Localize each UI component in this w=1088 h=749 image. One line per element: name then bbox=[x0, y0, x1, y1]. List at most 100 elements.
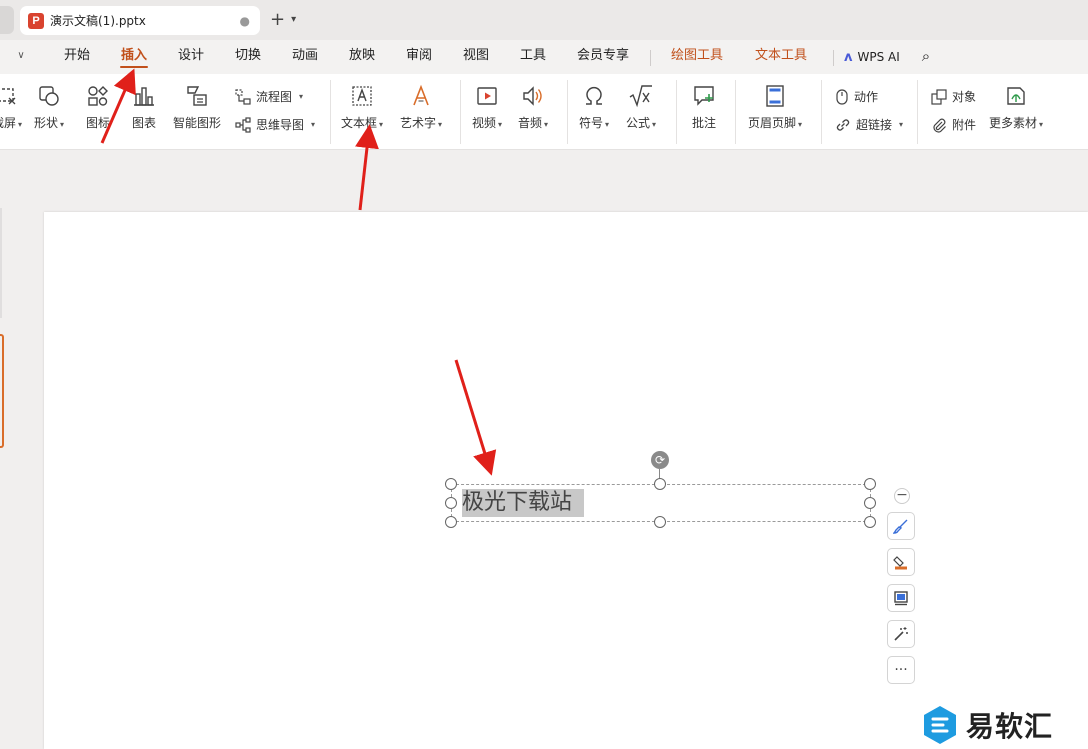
fill-bucket-icon bbox=[893, 556, 907, 570]
flowchart-button[interactable]: 流程图 ▾ bbox=[235, 88, 303, 105]
brush-icon bbox=[893, 519, 908, 534]
comment-button[interactable]: 批注 bbox=[692, 84, 716, 131]
smartart-button[interactable]: 智能图形 bbox=[173, 84, 221, 131]
resize-handle-bottom-right[interactable] bbox=[864, 516, 876, 528]
hyperlink-label: 超链接 bbox=[856, 118, 893, 132]
menu-home[interactable]: 开始 bbox=[56, 40, 98, 74]
menu-drawing-tools[interactable]: 绘图工具 bbox=[664, 40, 730, 74]
magic-wand-icon bbox=[894, 627, 908, 641]
menu-divider bbox=[650, 50, 651, 66]
menu-review[interactable]: 审阅 bbox=[400, 40, 438, 74]
ppt-file-icon: P bbox=[28, 12, 44, 29]
menu-view[interactable]: 视图 bbox=[457, 40, 495, 74]
object-label: 对象 bbox=[952, 90, 977, 104]
action-label: 动作 bbox=[854, 90, 879, 104]
resize-handle-bottom[interactable] bbox=[654, 516, 666, 528]
textbox-text[interactable]: 极光下载站 bbox=[462, 489, 585, 517]
formula-button[interactable]: 公式 ▾ bbox=[626, 84, 656, 131]
search-icon[interactable]: ⌕ bbox=[916, 40, 936, 74]
mouse-icon bbox=[836, 88, 848, 105]
selected-slide-thumbnail-edge[interactable] bbox=[0, 334, 4, 448]
audio-button[interactable]: 音频 ▾ bbox=[518, 84, 548, 131]
shape-label: 形状 ▾ bbox=[34, 116, 65, 130]
menu-bar: ∨ 开始 插入 设计 切换 动画 放映 审阅 视图 工具 会员专享 绘图工具 文… bbox=[0, 40, 1088, 74]
wordart-label: 艺术字 ▾ bbox=[400, 116, 443, 130]
effects-button[interactable] bbox=[887, 620, 915, 648]
slide-canvas[interactable] bbox=[44, 212, 1088, 749]
speaker-icon bbox=[523, 86, 542, 106]
screenshot-button[interactable]: 截屏▾ bbox=[0, 84, 22, 131]
ribbon-divider bbox=[567, 80, 568, 144]
flowchart-label: 流程图 bbox=[256, 90, 293, 104]
header-footer-button[interactable]: 页眉页脚 ▾ bbox=[748, 84, 802, 131]
attachment-label: 附件 bbox=[952, 118, 977, 132]
attachment-button[interactable]: 附件 bbox=[931, 116, 976, 133]
menu-text-tools[interactable]: 文本工具 bbox=[748, 40, 814, 74]
outline-button[interactable] bbox=[887, 584, 915, 612]
site-watermark: 易软汇 bbox=[922, 703, 1053, 747]
audio-label: 音频 ▾ bbox=[518, 116, 549, 130]
resize-handle-top-left[interactable] bbox=[445, 478, 457, 490]
resize-handle-bottom-left[interactable] bbox=[445, 516, 457, 528]
symbol-button[interactable]: 符号 ▾ bbox=[579, 84, 609, 131]
collapse-toolbar-icon[interactable]: − bbox=[894, 488, 910, 504]
ribbon-divider bbox=[735, 80, 736, 144]
menu-design[interactable]: 设计 bbox=[172, 40, 210, 74]
paperclip-icon bbox=[933, 118, 946, 133]
formula-label: 公式 ▾ bbox=[626, 116, 657, 130]
format-painter-button[interactable] bbox=[887, 512, 915, 540]
omega-icon bbox=[586, 86, 603, 105]
new-tab-button[interactable]: + ▾ bbox=[270, 9, 296, 30]
fill-button[interactable] bbox=[887, 548, 915, 576]
scissors-icon bbox=[0, 88, 16, 105]
ribbon-divider bbox=[330, 80, 331, 144]
shape-button[interactable]: 形状 ▾ bbox=[34, 84, 64, 131]
materials-icon bbox=[1007, 87, 1025, 105]
outline-icon bbox=[894, 591, 908, 606]
menu-transition[interactable]: 切换 bbox=[229, 40, 267, 74]
video-button[interactable]: 视频 ▾ bbox=[472, 84, 502, 131]
wordart-button[interactable]: 艺术字 ▾ bbox=[400, 84, 442, 131]
formula-icon bbox=[629, 85, 653, 108]
more-options-button[interactable]: ··· bbox=[887, 656, 915, 684]
wps-ai-button[interactable]: ʌ WPS AI bbox=[844, 40, 900, 74]
more-materials-button[interactable]: 更多素材 ▾ bbox=[989, 84, 1043, 131]
more-materials-label: 更多素材 ▾ bbox=[989, 116, 1044, 130]
ellipsis-icon: ··· bbox=[894, 662, 908, 678]
mindmap-button[interactable]: 思维导图 ▾ bbox=[235, 116, 315, 133]
menu-tools[interactable]: 工具 bbox=[514, 40, 552, 74]
icon-button[interactable]: 图标 bbox=[86, 84, 110, 131]
rotate-handle-icon[interactable]: ⟳ bbox=[651, 451, 669, 469]
bar-chart-icon bbox=[134, 87, 154, 106]
unsaved-dot-icon[interactable]: ● bbox=[240, 14, 250, 28]
plus-icon: + bbox=[270, 9, 286, 30]
action-button[interactable]: 动作 bbox=[835, 88, 878, 105]
ribbon-divider bbox=[821, 80, 822, 144]
previous-tab[interactable] bbox=[0, 6, 14, 34]
mindmap-icon bbox=[235, 116, 251, 133]
document-tab[interactable]: P 演示文稿(1).pptx ● bbox=[20, 6, 260, 35]
resize-handle-right[interactable] bbox=[864, 497, 876, 509]
textbox-button[interactable]: 文本框 ▾ bbox=[341, 84, 383, 131]
object-button[interactable]: 对象 bbox=[931, 88, 976, 105]
resize-handle-left[interactable] bbox=[445, 497, 457, 509]
ribbon-divider bbox=[676, 80, 677, 144]
resize-handle-top[interactable] bbox=[654, 478, 666, 490]
chevron-down-icon[interactable]: ▾ bbox=[291, 14, 296, 25]
icon-label: 图标 bbox=[86, 116, 111, 130]
menu-member[interactable]: 会员专享 bbox=[571, 40, 635, 74]
slide-thumbnail-edge[interactable] bbox=[0, 208, 2, 318]
menu-animation[interactable]: 动画 bbox=[286, 40, 324, 74]
resize-handle-top-right[interactable] bbox=[864, 478, 876, 490]
ribbon-divider bbox=[917, 80, 918, 144]
menu-insert[interactable]: 插入 bbox=[118, 40, 150, 74]
hyperlink-button[interactable]: 超链接 ▾ bbox=[835, 116, 903, 133]
header-footer-icon bbox=[766, 85, 784, 107]
wordart-icon bbox=[413, 84, 429, 106]
wps-ai-icon: ʌ bbox=[844, 49, 853, 65]
collapse-chevron-icon[interactable]: ∨ bbox=[12, 40, 30, 74]
smartart-icon bbox=[187, 86, 207, 106]
menu-divider bbox=[833, 50, 834, 66]
chart-button[interactable]: 图表 bbox=[132, 84, 156, 131]
menu-slideshow[interactable]: 放映 bbox=[343, 40, 381, 74]
